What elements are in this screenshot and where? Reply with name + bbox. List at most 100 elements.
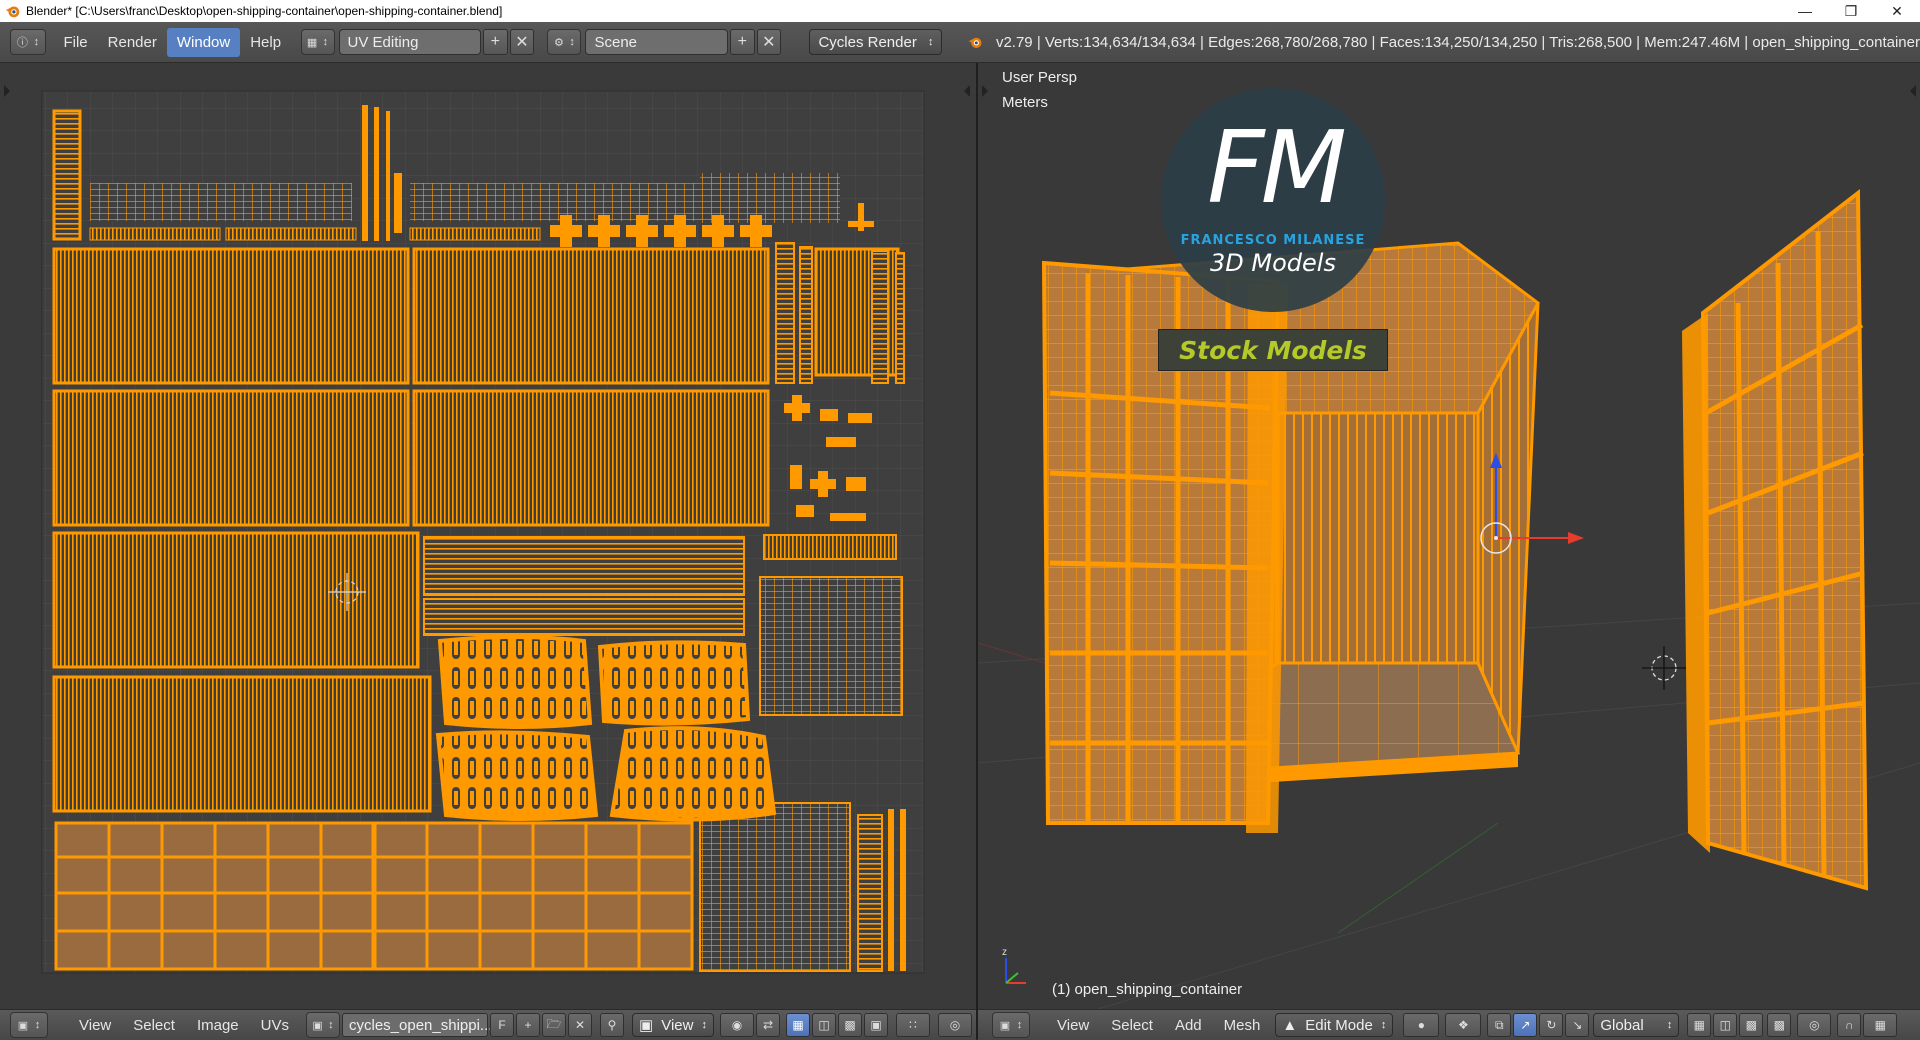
pin-icon: ⚲	[607, 1018, 617, 1032]
vp-menu-add[interactable]: Add	[1164, 1013, 1213, 1038]
uv-image-editor[interactable]	[0, 63, 976, 1009]
3d-viewport[interactable]: z FM FRANCESCO MILANESE 3D Models Stock …	[978, 63, 1920, 1009]
delete-layout-button[interactable]: ✕	[509, 29, 535, 55]
translate-manipulator-button[interactable]: ↗	[1513, 1013, 1538, 1037]
x-icon: ✕	[574, 1018, 586, 1032]
unlink-image-button[interactable]: ✕	[568, 1013, 592, 1037]
scale-icon: ↘	[1572, 1018, 1583, 1032]
scene-name-field[interactable]: Scene	[585, 29, 728, 55]
face-icon: ▩	[844, 1018, 856, 1032]
updown-arrows-icon: ↕	[1016, 1019, 1023, 1031]
screen-layout-name: UV Editing	[347, 33, 419, 51]
manipulator-toggle[interactable]: ⧉	[1487, 1013, 1512, 1037]
delete-scene-button[interactable]: ✕	[756, 29, 782, 55]
island-icon: ▣	[870, 1018, 882, 1032]
vertex-select-button[interactable]: ▦	[1687, 1013, 1712, 1037]
manipulator-icon: ⧉	[1495, 1017, 1504, 1032]
interaction-mode-select[interactable]: ▲ Edit Mode ↕	[1275, 1013, 1394, 1037]
region-toggle-icon[interactable]	[964, 85, 970, 97]
restore-icon[interactable]: ❐	[1828, 0, 1874, 22]
updown-arrows-icon: ↕	[322, 36, 329, 48]
menu-help[interactable]: Help	[240, 28, 291, 57]
snap-toggle[interactable]: ∩	[1837, 1013, 1862, 1037]
rotate-manipulator-button[interactable]: ↻	[1539, 1013, 1564, 1037]
face-icon: ▩	[1745, 1018, 1758, 1032]
window-titlebar: Blender* [C:\Users\franc\Desktop\open-sh…	[0, 0, 1920, 22]
info-editor-type-button[interactable]: ⓘ ↕	[10, 29, 46, 55]
transform-orientation-select[interactable]: Global ↕	[1593, 1013, 1680, 1037]
3d-cursor-icon	[1642, 646, 1686, 690]
watermark-banner: Stock Models	[1158, 329, 1388, 371]
close-window-icon[interactable]: ✕	[1874, 0, 1920, 22]
open-image-button[interactable]: 🗁	[542, 1013, 566, 1037]
screen-layout-field[interactable]: UV Editing	[338, 29, 481, 55]
minimize-icon[interactable]: —	[1782, 0, 1828, 22]
render-engine-select[interactable]: Cycles Render ↕	[809, 29, 943, 55]
scene-name: Scene	[594, 33, 638, 51]
add-layout-button[interactable]: +	[482, 29, 508, 55]
image-name-value: cycles_open_shippi...	[349, 1016, 493, 1034]
fake-user-label: F	[498, 1018, 506, 1032]
uv-menu-uvs[interactable]: UVs	[250, 1013, 300, 1038]
menu-file[interactable]: File	[53, 28, 97, 57]
vertex-icon: ▦	[792, 1018, 804, 1032]
vp-menu-view[interactable]: View	[1046, 1013, 1100, 1038]
viewport-canvas[interactable]: z	[978, 63, 1920, 1009]
vp-menu-mesh[interactable]: Mesh	[1213, 1013, 1272, 1038]
interaction-mode-value: Edit Mode	[1305, 1016, 1373, 1034]
sticky-selection-select[interactable]: ∷	[896, 1013, 930, 1037]
pin-image-button[interactable]: ⚲	[600, 1013, 624, 1037]
add-scene-button[interactable]: +	[729, 29, 755, 55]
watermark-name: FRANCESCO MILANESE	[1180, 233, 1366, 248]
uv-menu-view[interactable]: View	[68, 1013, 122, 1038]
updown-arrows-icon: ↕	[328, 1019, 334, 1031]
proportional-editing-select[interactable]: ◎	[1797, 1013, 1832, 1037]
proportional-edit-select[interactable]: ◎	[938, 1013, 972, 1037]
scale-manipulator-button[interactable]: ↘	[1565, 1013, 1590, 1037]
edge-select-mode-button[interactable]: ◫	[812, 1013, 836, 1037]
region-toggle-icon[interactable]	[1910, 85, 1916, 97]
sticky-icon: ∷	[909, 1018, 917, 1032]
limit-selection-button[interactable]: ▩	[1767, 1013, 1792, 1037]
units-label: Meters	[1002, 94, 1048, 111]
edge-select-button[interactable]: ◫	[1713, 1013, 1738, 1037]
uv-editor-header: ▣ ↕ View Select Image UVs ▣ ↕ cycles_open_…	[0, 1009, 976, 1040]
menu-window[interactable]: Window	[166, 27, 241, 57]
new-image-button[interactable]: +	[516, 1013, 540, 1037]
viewport-editor-type-button[interactable]: ▣ ↕	[992, 1012, 1030, 1038]
pivot-point-select[interactable]: ❖	[1445, 1013, 1482, 1037]
shading-sphere-icon: ●	[1417, 1018, 1425, 1032]
updown-arrows-icon: ↕	[569, 36, 575, 48]
snap-increment-icon: ▦	[1874, 1018, 1887, 1032]
updown-arrows-icon: ↕	[33, 36, 40, 48]
fake-user-button[interactable]: F	[490, 1013, 514, 1037]
updown-arrows-icon: ↕	[1666, 1019, 1673, 1031]
region-toggle-icon[interactable]	[4, 85, 10, 97]
vp-menu-select[interactable]: Select	[1100, 1013, 1164, 1038]
folder-icon: 🗁	[546, 1016, 562, 1031]
island-select-mode-button[interactable]: ▣	[864, 1013, 888, 1037]
uv-canvas[interactable]	[0, 63, 976, 1009]
watermark-logo: FM FRANCESCO MILANESE 3D Models Stock Mo…	[1158, 85, 1388, 371]
uv-editor-type-button[interactable]: ▣ ↕	[10, 1012, 48, 1038]
object-name-label: (1) open_shipping_container	[1052, 981, 1243, 998]
uv-menu-select[interactable]: Select	[122, 1013, 186, 1038]
uv-view-mode-select[interactable]: ▣ View ↕	[632, 1013, 714, 1037]
menu-render[interactable]: Render	[98, 28, 167, 57]
face-select-button[interactable]: ▩	[1739, 1013, 1764, 1037]
x-icon: ✕	[515, 34, 529, 51]
scene-selector-button[interactable]: ⚙ ↕	[547, 29, 582, 55]
viewport-shading-select[interactable]: ●	[1403, 1013, 1440, 1037]
sync-selection-button[interactable]: ⇄	[756, 1013, 780, 1037]
updown-arrows-icon: ↕	[34, 1019, 41, 1031]
screen-layout-button[interactable]: ▦ ↕	[300, 29, 335, 55]
pivot-select[interactable]: ◉	[720, 1013, 754, 1037]
face-select-mode-button[interactable]: ▩	[838, 1013, 862, 1037]
browse-image-button[interactable]: ▣ ↕	[306, 1012, 340, 1038]
view-mode-icon: ▣	[639, 1017, 654, 1034]
snap-element-select[interactable]: ▦	[1863, 1013, 1898, 1037]
region-toggle-icon[interactable]	[982, 85, 988, 97]
vertex-select-mode-button[interactable]: ▦	[786, 1013, 810, 1037]
uv-menu-image[interactable]: Image	[186, 1013, 250, 1038]
image-name-field[interactable]: cycles_open_shippi...	[342, 1013, 492, 1037]
